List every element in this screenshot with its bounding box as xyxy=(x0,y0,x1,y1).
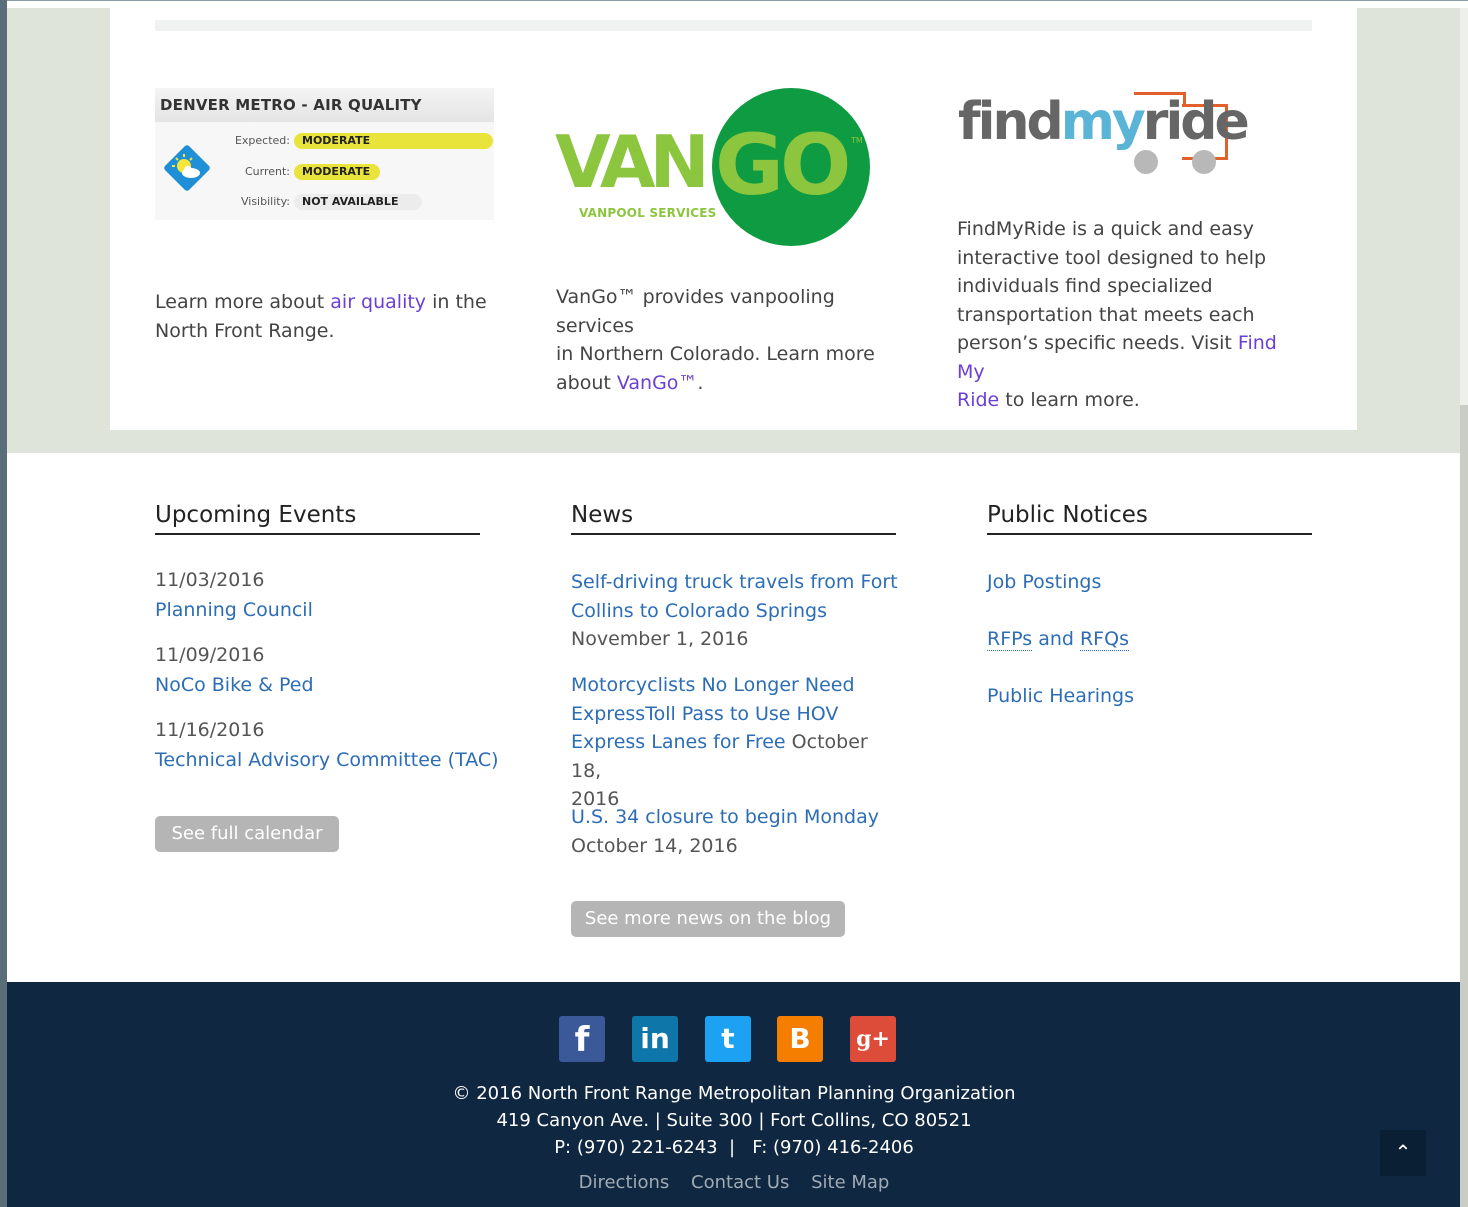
news-link[interactable]: ExpressToll Pass to Use HOV xyxy=(571,703,838,725)
current-value: MODERATE xyxy=(294,164,380,180)
visibility-value: NOT AVAILABLE xyxy=(294,194,422,210)
vango-description: VanGo™ provides vanpooling services in N… xyxy=(556,286,875,394)
see-full-calendar-button[interactable]: See full calendar xyxy=(155,816,339,852)
see-more-news-button[interactable]: See more news on the blog xyxy=(571,901,845,937)
findmyride-link-cont[interactable]: Ride xyxy=(957,389,999,411)
back-to-top-button[interactable]: ⌃ xyxy=(1380,1130,1426,1176)
site-map-link[interactable]: Site Map xyxy=(811,1172,889,1193)
vango-link[interactable]: VanGo™ xyxy=(617,372,698,394)
chevron-up-icon: ⌃ xyxy=(1394,1140,1412,1164)
air-quality-title: DENVER METRO - AIR QUALITY xyxy=(155,88,494,122)
window-top-border xyxy=(0,0,1468,8)
air-quality-widget[interactable]: DENVER METRO - AIR QUALITY Expected: MOD… xyxy=(155,88,494,220)
sun-cloud-icon xyxy=(164,145,210,191)
googleplus-icon[interactable]: g+ xyxy=(850,1016,896,1062)
visibility-label: Visibility: xyxy=(240,195,290,208)
footer-phone: P: (970) 221-6243 | F: (970) 416-2406 xyxy=(554,1137,914,1158)
current-label: Current: xyxy=(244,165,290,178)
news-date: November 1, 2016 xyxy=(571,628,749,650)
vango-tm-mark: TM xyxy=(851,136,863,145)
job-postings-link[interactable]: Job Postings xyxy=(987,568,1101,597)
wheel-icon xyxy=(1134,150,1158,174)
news-link[interactable]: Self-driving truck travels from Fort xyxy=(571,571,898,593)
footer-copyright: © 2016 North Front Range Metropolitan Pl… xyxy=(452,1083,1016,1104)
directions-link[interactable]: Directions xyxy=(579,1172,670,1193)
event-date: 11/16/2016 xyxy=(155,719,265,741)
event-link[interactable]: NoCo Bike & Ped xyxy=(155,671,314,700)
air-quality-description: Learn more about air quality in the Nort… xyxy=(155,291,487,342)
scrollbar-thumb[interactable] xyxy=(1460,405,1468,1207)
news-heading: News xyxy=(571,502,896,535)
rfps-rfqs-link[interactable]: RFPs and RFQs xyxy=(987,625,1129,654)
contact-us-link[interactable]: Contact Us xyxy=(691,1172,789,1193)
footer-address: 419 Canyon Ave. | Suite 300 | Fort Colli… xyxy=(496,1110,972,1131)
blogger-icon[interactable]: B xyxy=(777,1016,823,1062)
findmyride-wordmark: findmyride xyxy=(958,92,1250,152)
news-item: U.S. 34 closure to begin Monday October … xyxy=(571,803,901,860)
event-date: 11/09/2016 xyxy=(155,644,265,666)
event-link[interactable]: Planning Council xyxy=(155,596,313,625)
findmyride-description: FindMyRide is a quick and easy interacti… xyxy=(957,218,1277,411)
news-link[interactable]: Express Lanes for Free xyxy=(571,731,786,753)
public-hearings-link[interactable]: Public Hearings xyxy=(987,682,1134,711)
events-heading: Upcoming Events xyxy=(155,502,480,535)
news-item: Motorcyclists No Longer Need ExpressToll… xyxy=(571,671,901,814)
news-date: October 14, 2016 xyxy=(571,834,738,857)
findmyride-logo[interactable]: findmyride xyxy=(958,92,1250,182)
linkedin-icon[interactable]: in xyxy=(632,1016,678,1062)
news-link[interactable]: Collins to Colorado Springs xyxy=(571,600,827,622)
vango-logo[interactable]: VAN GO TM VANPOOL SERVICES xyxy=(555,88,875,248)
expected-label: Expected: xyxy=(234,134,290,147)
event-link[interactable]: Technical Advisory Committee (TAC) xyxy=(155,746,499,775)
vango-go-text: GO xyxy=(715,116,851,214)
wheel-icon xyxy=(1192,150,1216,174)
expected-value: MODERATE xyxy=(294,133,493,149)
news-link[interactable]: U.S. 34 closure to begin Monday xyxy=(571,806,879,828)
vango-van-text: VAN xyxy=(555,120,710,204)
vango-subtitle: VANPOOL SERVICES xyxy=(579,206,717,220)
rfqs-abbr: RFQs xyxy=(1079,628,1129,651)
window-left-border xyxy=(0,0,7,1207)
event-date: 11/03/2016 xyxy=(155,569,265,591)
notices-heading: Public Notices xyxy=(987,502,1312,535)
news-item: Self-driving truck travels from Fort Col… xyxy=(571,568,901,654)
air-quality-link[interactable]: air quality xyxy=(330,291,426,313)
footer-links: Directions Contact Us Site Map xyxy=(0,1172,1468,1193)
rfps-abbr: RFPs xyxy=(987,628,1033,651)
news-link[interactable]: Motorcyclists No Longer Need xyxy=(571,674,855,696)
twitter-icon[interactable]: t xyxy=(705,1016,751,1062)
facebook-icon[interactable]: f xyxy=(559,1016,605,1062)
panel-divider xyxy=(155,20,1312,31)
